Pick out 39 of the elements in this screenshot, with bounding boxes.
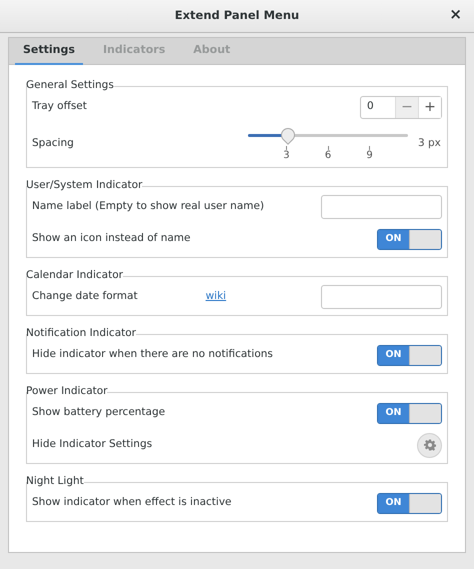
spin-value: 0 (366, 99, 375, 114)
tab[interactable]: Indicators (94, 38, 174, 65)
toggle-switch[interactable]: ON (377, 402, 442, 424)
text-field[interactable] (321, 285, 442, 309)
group-title: Power Indicator (26, 384, 108, 400)
toggle-switch[interactable]: ON (377, 228, 442, 250)
increment-button[interactable]: + (418, 96, 441, 118)
setting-label: Change date format (32, 289, 138, 304)
tick-label: 3 (283, 150, 290, 162)
text-field[interactable] (321, 195, 442, 219)
setting-label: Spacing (32, 136, 74, 152)
tab[interactable]: Settings (15, 38, 83, 65)
group-title: User/System Indicator (26, 178, 142, 194)
spin-field[interactable]: 0 − + (360, 96, 442, 118)
setting-label: Hide Indicator Settings (32, 437, 152, 452)
toggle-switch[interactable]: ON (377, 492, 442, 514)
group-title: Night Light (26, 474, 84, 490)
slider-value: 3 px (418, 136, 442, 152)
setting-label: Hide indicator when there are no notifications (32, 347, 273, 362)
setting-label: Show battery percentage (32, 405, 166, 420)
group-title: Calendar Indicator (26, 268, 123, 284)
tick-label: 9 (366, 150, 373, 162)
tab[interactable]: About (185, 38, 238, 65)
tick-mark (286, 146, 287, 150)
close-button[interactable]: × (449, 7, 462, 22)
settings-button[interactable] (417, 432, 442, 458)
settings-icon (424, 439, 436, 451)
setting-label: Name label (Empty to show real user name) (32, 199, 264, 214)
setting-label: Show an icon instead of name (32, 231, 190, 246)
toggle-switch[interactable]: ON (377, 344, 442, 366)
tick-mark (369, 146, 370, 150)
wiki-link[interactable]: wiki (206, 289, 226, 305)
slider-track[interactable] (248, 127, 408, 145)
setting-label: Show indicator when effect is inactive (32, 495, 232, 510)
group-title: Notification Indicator (26, 326, 136, 342)
group-title: General Settings (26, 78, 114, 94)
tick-label: 6 (324, 150, 332, 162)
window-title: Extend Panel Menu (174, 7, 300, 24)
setting-label: Tray offset (32, 99, 87, 114)
